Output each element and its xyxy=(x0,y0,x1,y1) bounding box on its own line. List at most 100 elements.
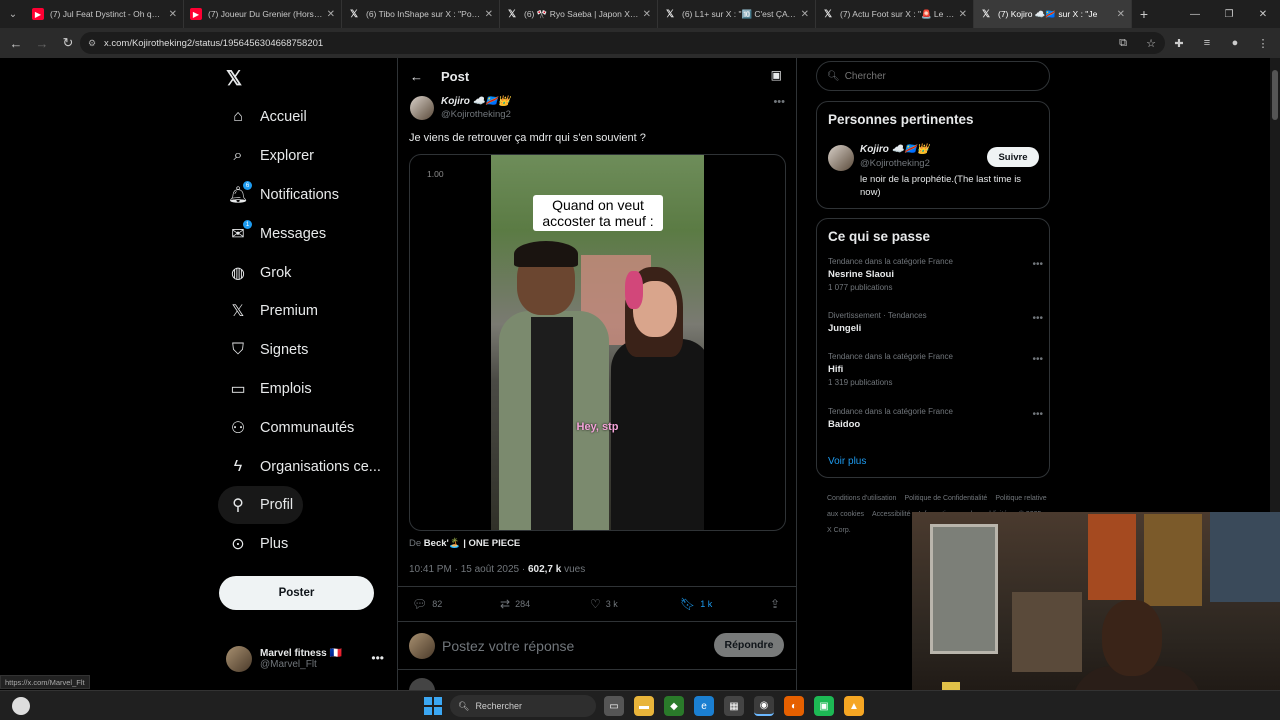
nav-item[interactable]: 𝕏 Premium xyxy=(218,292,328,330)
browser-tab[interactable]: 𝕏 (6) L1+ sur X : "🔟 C'est ÇA @ ✕ xyxy=(658,0,816,28)
relevant-handle[interactable]: @Kojirotheking2 xyxy=(860,158,930,169)
search-input[interactable] xyxy=(844,70,1035,82)
account-more-icon[interactable]: ••• xyxy=(371,651,384,665)
close-window-button[interactable]: ✕ xyxy=(1246,0,1280,28)
address-bar[interactable]: ⚙ x.com/Kojirotheking2/status/1956456304… xyxy=(80,32,1165,54)
store-icon[interactable]: ▦ xyxy=(724,696,744,716)
close-tab-icon[interactable]: ✕ xyxy=(801,9,809,20)
author-handle[interactable]: @Kojirotheking2 xyxy=(441,109,511,120)
nav-item-label: Profil xyxy=(260,497,294,513)
browser-tab[interactable]: 𝕏 (6) Tibo InShape sur X : "Pour s ✕ xyxy=(342,0,500,28)
avatar[interactable] xyxy=(410,96,434,120)
nav-item[interactable]: ⚲ Profil xyxy=(218,486,304,524)
reply-input[interactable]: Postez votre réponse xyxy=(442,638,574,654)
browser-tab[interactable]: ▶ (7) Jul Feat Dystinct - Oh qu'elle ✕ xyxy=(26,0,184,28)
bookmark-action[interactable]: 🔖︎ 1 k xyxy=(680,597,712,611)
more-options-icon[interactable]: ••• xyxy=(1032,354,1043,365)
nvidia-icon[interactable]: ◆ xyxy=(664,696,684,716)
tweet-time[interactable]: 10:41 PM · 15 août 2025 · xyxy=(409,564,525,575)
more-options-icon[interactable]: ••• xyxy=(1032,259,1043,270)
notification-badge: 6 xyxy=(243,181,252,190)
browser-tab[interactable]: 𝕏 (7) Actu Foot sur X : "🚨 Le rap ✕ xyxy=(816,0,974,28)
trend-item[interactable]: Tendance dans la catégorie France Nesrine… xyxy=(828,257,1043,292)
trend-item[interactable]: Divertissement · Tendances Jungeli ••• xyxy=(828,311,1043,334)
nav-item[interactable]: ⚇ Communautés xyxy=(218,409,364,447)
browser-tab[interactable]: 𝕏 (6) 🎌 Ryo Saeba | Japon XYZ 🎌 ✕ xyxy=(500,0,658,28)
extensions-icon[interactable]: ✚ xyxy=(1170,37,1188,50)
playback-speed[interactable]: 1.00 xyxy=(427,169,444,179)
avatar xyxy=(226,646,252,672)
windows-start-icon[interactable] xyxy=(424,697,442,715)
x-logo-icon[interactable]: 𝕏 xyxy=(226,66,246,90)
browser-menu-icon[interactable]: ⋮ xyxy=(1254,37,1272,50)
task-view-icon[interactable]: ▭ xyxy=(604,696,624,716)
post-button[interactable]: Poster xyxy=(219,576,374,610)
vlc-icon[interactable]: ▲ xyxy=(844,696,864,716)
more-options-icon[interactable]: ••• xyxy=(1032,409,1043,420)
trend-item[interactable]: Tendance dans la catégorie France Baidoo •… xyxy=(828,407,1043,430)
maximize-button[interactable]: ❐ xyxy=(1212,0,1246,28)
avatar[interactable] xyxy=(828,145,854,171)
close-tab-icon[interactable]: ✕ xyxy=(1117,9,1125,20)
tab-title: (6) 🎌 Ryo Saeba | Japon XYZ 🎌 xyxy=(524,8,639,19)
more-options-icon[interactable]: ••• xyxy=(1032,313,1043,324)
back-button[interactable]: ← xyxy=(4,31,28,55)
widgets-icon[interactable] xyxy=(12,697,30,715)
follow-button[interactable]: Suivre xyxy=(987,147,1039,167)
nav-item[interactable]: ⊙ Plus xyxy=(218,525,298,563)
nav-item[interactable]: ◍ Grok xyxy=(218,254,301,292)
file-explorer-icon[interactable]: ▬ xyxy=(634,696,654,716)
trend-item[interactable]: Tendance dans la catégorie France Hifi 1 3… xyxy=(828,352,1043,387)
see-more-link[interactable]: Voir plus xyxy=(828,456,866,467)
bookmark-star-icon[interactable]: ☆ xyxy=(1142,37,1160,50)
video-player[interactable]: 1.00 Quand on veut accoster ta meuf : He… xyxy=(409,154,786,531)
close-tab-icon[interactable]: ✕ xyxy=(959,9,967,20)
reader-mode-icon[interactable]: ▣ xyxy=(771,68,782,82)
close-tab-icon[interactable]: ✕ xyxy=(169,9,177,20)
attribution-source[interactable]: Beck'🏝️ | ONE PIECE xyxy=(424,538,520,549)
nav-item[interactable]: 🔔︎ 6 Notifications xyxy=(218,176,349,214)
author-name[interactable]: Kojiro ☁️🇨🇩👑 xyxy=(441,96,510,107)
nav-item[interactable]: ⛉ Signets xyxy=(218,331,318,369)
reply-action[interactable]: 💬︎ 82 xyxy=(412,597,442,611)
nav-item[interactable]: ▭ Emplois xyxy=(218,370,322,408)
footer-link[interactable]: Conditions d'utilisation xyxy=(827,495,896,502)
close-tab-icon[interactable]: ✕ xyxy=(643,9,651,20)
like-action[interactable]: ♡ 3 k xyxy=(590,597,618,611)
forward-button[interactable]: → xyxy=(30,31,54,55)
account-switcher[interactable]: Marvel fitness 🇫🇷 @Marvel_Flt ••• xyxy=(226,642,386,676)
chrome-icon[interactable]: ◉ xyxy=(754,696,774,716)
reply-button[interactable]: Répondre xyxy=(714,633,784,657)
reload-button[interactable]: ↻ xyxy=(56,31,80,55)
footer-link[interactable]: Accessibilité xyxy=(872,511,911,518)
search-box[interactable]: 🔍︎ xyxy=(816,61,1050,91)
tab-search-chevron-icon[interactable]: ⌄ xyxy=(0,0,26,28)
browser-tab[interactable]: 𝕏 (7) Kojiro ☁️🇨🇩 sur X : "Je ✕ xyxy=(974,0,1132,28)
new-tab-button[interactable]: + xyxy=(1132,6,1156,22)
reply-icon: 💬︎ xyxy=(412,597,428,611)
more-options-icon[interactable]: ••• xyxy=(773,96,785,108)
close-tab-icon[interactable]: ✕ xyxy=(485,9,493,20)
nav-item[interactable]: ⌂ Accueil xyxy=(218,98,317,136)
nav-item[interactable]: ϟ Organisations ce... xyxy=(218,448,391,486)
video-frame[interactable]: Quand on veut accoster ta meuf : Hey, st… xyxy=(491,155,704,530)
taskbar-search[interactable]: 🔍︎ Rechercher xyxy=(450,695,596,717)
edge-icon[interactable]: e xyxy=(694,696,714,716)
app-icon[interactable]: ▣ xyxy=(814,696,834,716)
media-controls-icon[interactable]: ≡ xyxy=(1198,37,1216,50)
next-reply-avatar[interactable] xyxy=(409,678,435,690)
install-app-icon[interactable]: ⧉ xyxy=(1114,37,1132,50)
close-tab-icon[interactable]: ✕ xyxy=(327,9,335,20)
nav-item[interactable]: ⌕ Explorer xyxy=(218,137,324,175)
repost-action[interactable]: ⇄ 284 xyxy=(500,597,530,611)
profile-icon[interactable]: ● xyxy=(1226,37,1244,50)
firefox-icon[interactable]: ◐ xyxy=(784,696,804,716)
browser-tab[interactable]: ▶ (7) Joueur Du Grenier (Hors-sé ✕ xyxy=(184,0,342,28)
minimize-button[interactable]: — xyxy=(1178,0,1212,28)
footer-link[interactable]: Politique de Confidentialité xyxy=(904,495,987,502)
back-arrow-icon[interactable]: ← xyxy=(410,69,423,84)
share-action[interactable]: ⇪ xyxy=(770,597,785,611)
site-info-icon[interactable]: ⚙ xyxy=(88,38,96,49)
relevant-name[interactable]: Kojiro ☁️🇨🇩👑 xyxy=(860,144,929,155)
nav-item[interactable]: ✉ 1 Messages xyxy=(218,215,336,253)
